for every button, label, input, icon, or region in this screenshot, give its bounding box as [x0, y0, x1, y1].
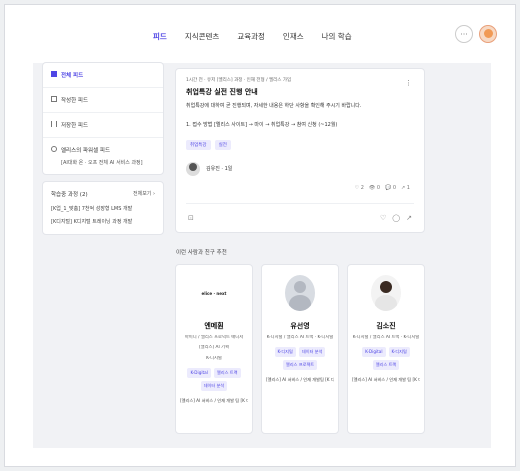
home-icon [51, 71, 57, 77]
sidebar-item-power-feed[interactable]: 엘리스의 파워셀 피드 [AI대화 온 · 오프 전체 AI 서비스 과정] [43, 138, 163, 174]
like-count: ♡ 2 [354, 185, 364, 191]
profile-org: [엘리스] AI 서비스 / 인재 개발 팀 [K 디지털] [180, 398, 248, 404]
left-sidebar: 전체 피드 작성한 피드 저장한 피드 엘리스의 파워셀 피드 [AI대화 온 … [42, 62, 164, 241]
profile-tag[interactable]: K-디지털 [274, 347, 296, 358]
top-right-icons: ··· [455, 25, 497, 43]
sidebar-item-all-feed[interactable]: 전체 피드 [43, 63, 163, 88]
sidebar-item-label: 작성한 피드 [61, 98, 89, 104]
profile-desc: K-디지털 / 엘리스 AI 트랙 · K-디지털 [266, 335, 334, 340]
comment-count: 💬 0 [385, 185, 397, 191]
sidebar-item-label: 저장한 피드 [61, 123, 89, 129]
profile-tag[interactable]: K-Digital [187, 368, 211, 379]
profile-tag[interactable]: 데이터 분석 [200, 381, 228, 392]
study-item[interactable]: [K디지털] K디지털 트레이닝 과정 개발 [43, 215, 163, 234]
nav-item-knowledge[interactable]: 지식콘텐츠 [185, 31, 220, 42]
post-author[interactable]: 김유진 · 1일 [186, 161, 414, 176]
post-meta: 1시간 전 · 유저 [엘리스] 과정 · 인재 전형 / 엘리스 가입 [186, 78, 292, 83]
bookmark-icon[interactable]: ⊡ [188, 214, 194, 222]
profile-card[interactable]: 김소진 K-디지털 / 엘리스 AI 트랙 · K-디지털 K-Digital … [347, 264, 425, 434]
study-title: 학습중 과정 (2) [51, 192, 88, 198]
profile-name: 엔메훤 [204, 322, 224, 330]
nav-item-feed[interactable]: 피드 [153, 31, 167, 42]
profile-desc: K-디지털 [206, 355, 222, 361]
profile-tag[interactable]: K-Digital [362, 347, 386, 358]
post-body: 취업특강에 대하여 곧 진행되며, 자세한 내용은 하단 사항을 확인해 주시기… [186, 103, 362, 109]
profile-tag[interactable]: K-디지털 [388, 347, 410, 358]
study-view-all-link[interactable]: 전체보기 › [133, 190, 155, 198]
feed-menu: 전체 피드 작성한 피드 저장한 피드 엘리스의 파워셀 피드 [AI대화 온 … [42, 62, 164, 175]
list-icon [51, 96, 57, 102]
post-tag[interactable]: 취업특강 [186, 139, 211, 150]
study-item[interactable]: [K업_1_맞춤] 7천억 성장형 LMS 개발 [43, 202, 163, 215]
profile-tag[interactable]: 데이터 분석 [298, 347, 326, 358]
profile-tag[interactable]: 엘리스 트랙 [372, 360, 400, 371]
profile-org: [엘리스] AI 서비스 / 인재 개발 팀 [K 디지털] [352, 377, 420, 383]
avatar [186, 161, 200, 176]
comment-icon[interactable]: ◯ [392, 214, 400, 222]
profile-tag[interactable]: 엘리스 트랙 [213, 368, 241, 379]
view-count: 👁 0 [368, 185, 381, 191]
study-header: 학습중 과정 (2) 전체보기 › [43, 182, 163, 202]
share-icon[interactable]: ↗ [406, 214, 412, 222]
sidebar-item-sub: [AI대화 온 · 오프 전체 AI 서비스 과정] [61, 160, 143, 166]
sidebar-item-label: 엘리스의 파워셀 피드 [61, 148, 111, 154]
post-title[interactable]: 취업특강 실전 진행 안내 [186, 87, 414, 97]
avatar [371, 275, 401, 311]
nav-item-talent[interactable]: 인재스 [283, 31, 304, 42]
profile-tags: K-디지털 데이터 분석 엘리스 프로젝트 [266, 347, 334, 371]
sidebar-item-label: 전체 피드 [61, 73, 84, 79]
profile-card[interactable]: elice · next 엔메훤 아이디 / 엘리스 프로덕트 매니저 [엘리스… [175, 264, 253, 434]
profile-org: [엘리스] AI 서비스 / 인재 개발팀 [K 디지털] [266, 377, 334, 383]
profile-tags: K-Digital 엘리스 트랙 데이터 분석 [180, 368, 248, 392]
recommend-cards: elice · next 엔메훤 아이디 / 엘리스 프로덕트 매니저 [엘리스… [175, 264, 425, 434]
divider [186, 203, 414, 204]
company-logo: elice · next [201, 290, 227, 296]
top-navigation-bar: 피드 지식콘텐츠 교육과정 인재스 나의 학습 ··· [5, 5, 515, 67]
profile-desc: K-디지털 / 엘리스 AI 트랙 · K-디지털 [352, 335, 420, 340]
more-icon[interactable]: ··· [455, 25, 473, 43]
sidebar-item-saved-feed[interactable]: 저장한 피드 [43, 113, 163, 138]
bookmark-icon [51, 121, 57, 127]
post-action-group: ♡ ◯ ↗ [380, 214, 412, 222]
recommend-section-title: 이런 사람과 친구 추천 [176, 250, 227, 256]
main-nav: 피드 지식콘텐츠 교육과정 인재스 나의 학습 [153, 31, 352, 42]
post-tag[interactable]: 실전 [214, 139, 231, 150]
sidebar-item-text: 엘리스의 파워셀 피드 [AI대화 온 · 오프 전체 AI 서비스 과정] [61, 146, 143, 166]
profile-name: 김소진 [376, 322, 396, 330]
nav-item-my-learning[interactable]: 나의 학습 [322, 31, 352, 42]
profile-avatar[interactable] [479, 25, 497, 43]
post-instructions: 1. 접수 방법 [엘리스 사이트] → 마이 → 취업특강 → 참여 신청 (… [186, 121, 338, 128]
profile-name: 유선영 [290, 322, 310, 330]
profile-desc: [엘리스] AI 기획 [198, 345, 230, 351]
profile-tags: K-Digital K-디지털 엘리스 트랙 [352, 347, 420, 371]
study-panel: 학습중 과정 (2) 전체보기 › [K업_1_맞춤] 7천억 성장형 LMS … [42, 181, 164, 235]
feed-post: 1시간 전 · 유저 [엘리스] 과정 · 인재 전형 / 엘리스 가입 ⋮ 취… [175, 68, 425, 233]
kebab-menu-icon[interactable]: ⋮ [405, 79, 412, 87]
nav-item-courses[interactable]: 교육과정 [237, 31, 265, 42]
profile-card[interactable]: 유선영 K-디지털 / 엘리스 AI 트랙 · K-디지털 K-디지털 데이터 … [261, 264, 339, 434]
post-actions: ⊡ ♡ ◯ ↗ [188, 214, 412, 222]
author-name: 김유진 · 1일 [206, 166, 233, 172]
post-stats: ♡ 2 👁 0 💬 0 ↗ 1 [355, 185, 410, 191]
profile-tag[interactable]: 엘리스 프로젝트 [282, 360, 318, 371]
avatar [285, 275, 315, 311]
share-count: ↗ 1 [401, 185, 410, 191]
post-tags: 취업특강 실전 [186, 139, 414, 150]
profile-desc: 아이디 / 엘리스 프로덕트 매니저 [184, 335, 244, 340]
heart-icon[interactable]: ♡ [380, 214, 386, 222]
sidebar-item-my-feed[interactable]: 작성한 피드 [43, 88, 163, 113]
person-icon [51, 146, 57, 152]
